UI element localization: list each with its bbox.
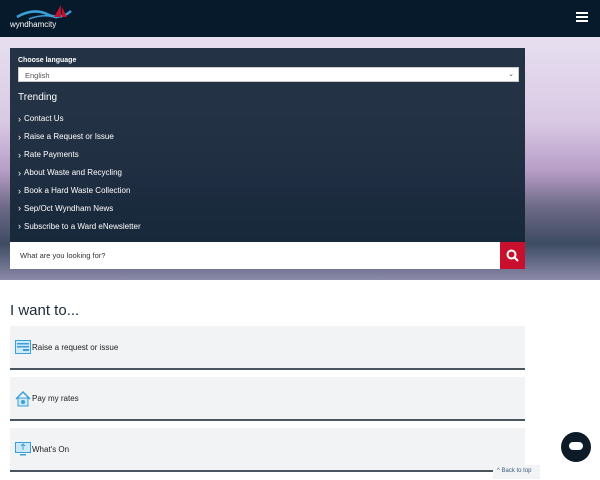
- search-icon: [506, 249, 519, 262]
- card-whats-on[interactable]: What's On: [10, 428, 525, 472]
- site-header: wyndhamcity: [0, 0, 600, 37]
- trending-link[interactable]: › About Waste and Recycling: [18, 164, 141, 182]
- chevron-right-icon: ›: [18, 221, 21, 232]
- trending-list: › Contact Us › Raise a Request or Issue › R…: [18, 110, 141, 235]
- logo-text: wyndhamcity: [10, 20, 57, 29]
- search-input[interactable]: What are you looking for?: [20, 251, 105, 260]
- card-pay-rates[interactable]: Pay my rates: [10, 377, 525, 421]
- link-label: Contact Us: [24, 114, 64, 124]
- chevron-down-icon: ⌄: [508, 71, 514, 78]
- card-label: Raise a request or issue: [32, 343, 119, 352]
- trending-link[interactable]: › Raise a Request or Issue: [18, 128, 141, 146]
- card-label: What's On: [32, 445, 70, 454]
- card-label: Pay my rates: [32, 394, 79, 403]
- chevron-right-icon: ›: [18, 167, 21, 178]
- trending-link[interactable]: › Sep/Oct Wyndham News: [18, 199, 141, 217]
- card-raise-request[interactable]: Raise a request or issue: [10, 326, 525, 370]
- link-label: Book a Hard Waste Collection: [24, 186, 131, 195]
- link-label: Subscribe to a Ward eNewsletter: [24, 221, 141, 231]
- language-label: Choose language: [18, 57, 77, 64]
- chevron-right-icon: ›: [18, 149, 21, 160]
- house-icon: [15, 391, 31, 407]
- chevron-right-icon: ›: [18, 131, 21, 142]
- link-label: Raise a Request or Issue: [24, 132, 114, 142]
- quick-panel: Choose language English ⌄ Trending › Conta…: [10, 48, 525, 242]
- page-title: I want to...: [10, 302, 80, 319]
- trending-link[interactable]: › Subscribe to a Ward eNewsletter: [18, 217, 141, 235]
- chat-bubble-icon: [569, 442, 583, 450]
- form-icon: [15, 340, 31, 354]
- chevron-right-icon: ›: [18, 113, 21, 124]
- link-label: About Waste and Recycling: [24, 168, 122, 178]
- link-label: Sep/Oct Wyndham News: [24, 203, 114, 213]
- language-select[interactable]: English ⌄: [18, 67, 519, 82]
- link-label: Rate Payments: [24, 150, 79, 160]
- back-to-top-label: Back to top: [501, 468, 532, 474]
- chevron-right-icon: ›: [18, 185, 21, 196]
- trending-link[interactable]: › Rate Payments: [18, 146, 141, 164]
- search-button[interactable]: [500, 242, 525, 269]
- trending-title: Trending: [18, 92, 58, 103]
- trending-link[interactable]: › Book a Hard Waste Collection: [18, 182, 141, 200]
- chat-button[interactable]: [561, 432, 591, 462]
- back-to-top-button[interactable]: ^ Back to top: [493, 465, 540, 479]
- trending-link[interactable]: › Contact Us: [18, 110, 141, 128]
- wyndham-logo[interactable]: wyndhamcity: [9, 5, 79, 31]
- language-value: English: [25, 71, 50, 80]
- search-bar: What are you looking for?: [10, 242, 525, 269]
- hamburger-menu-icon[interactable]: [576, 12, 588, 24]
- chevron-right-icon: ›: [18, 203, 21, 214]
- monitor-icon: [15, 442, 31, 456]
